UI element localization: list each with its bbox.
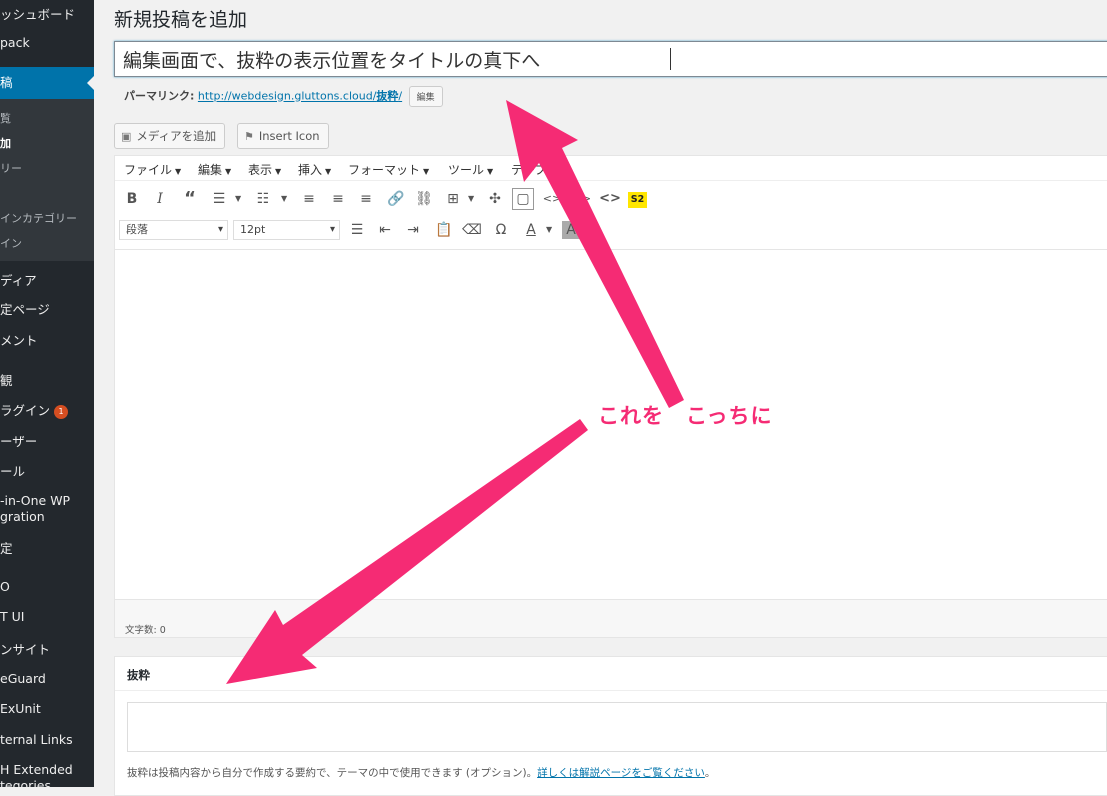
annotation-label: これを こっちに (598, 404, 773, 428)
annotation-arrow-up (506, 100, 684, 408)
annotation-arrows (226, 100, 684, 684)
annotation-arrow-down (226, 419, 588, 684)
